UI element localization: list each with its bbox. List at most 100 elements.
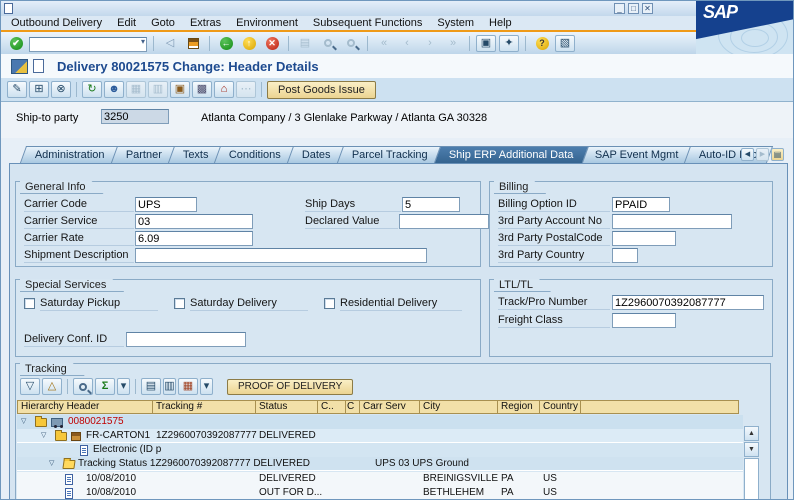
enter-button[interactable]: ✔ xyxy=(6,35,26,52)
col-c1[interactable]: C.. xyxy=(318,400,346,414)
delivery-document-icon[interactable] xyxy=(11,59,28,74)
tab-administration[interactable]: Administration xyxy=(20,146,120,163)
sum-icon[interactable]: Σ xyxy=(95,378,115,395)
other-delivery-icon[interactable]: ⊞ xyxy=(29,81,49,98)
find-next-button[interactable] xyxy=(341,35,361,52)
tree-row-event-delivered[interactable]: 10/08/2010 DELIVERED BREINIGSVILLE PA US xyxy=(17,472,743,486)
proof-of-delivery-button[interactable]: PROOF OF DELIVERY xyxy=(227,379,353,395)
maximize-button[interactable]: □ xyxy=(628,3,639,14)
find-entries-icon[interactable] xyxy=(73,378,93,395)
tab-scroll-left-icon[interactable]: ◀ xyxy=(741,148,754,161)
expand-icon[interactable]: ▽ xyxy=(49,460,54,468)
col-tracking-number[interactable]: Tracking # xyxy=(153,400,256,414)
sum-menu-icon[interactable]: ▾ xyxy=(117,378,130,395)
delivery-conf-input[interactable] xyxy=(126,332,246,347)
menu-system[interactable]: System xyxy=(437,17,474,29)
col-hierarchy-header[interactable]: Hierarchy Header xyxy=(17,400,153,414)
tree-row-event-out-for-delivery[interactable]: 10/08/2010 OUT FOR D... BETHLEHEM PA US xyxy=(17,486,743,500)
tab-partner[interactable]: Partner xyxy=(111,146,177,163)
delete-icon[interactable]: ⊗ xyxy=(51,81,71,98)
tree-row-carton[interactable]: ▽ FR-CARTON1 1Z2960070392087777 DELIVERE… xyxy=(17,429,743,443)
customize-layout-icon[interactable]: ▧ xyxy=(555,35,575,52)
sort-ascending-icon[interactable]: △ xyxy=(42,378,62,395)
minimize-button[interactable]: _ xyxy=(614,3,625,14)
layout-icon[interactable]: ▦ xyxy=(178,378,198,395)
command-field[interactable] xyxy=(29,37,147,52)
shipment-description-input[interactable] xyxy=(135,248,427,263)
tab-scroll-right-icon[interactable]: ▶ xyxy=(756,148,769,161)
page-up-icon[interactable]: ‹ xyxy=(397,35,417,52)
expand-icon[interactable]: ▽ xyxy=(21,418,26,426)
help-button[interactable]: ? xyxy=(532,35,552,52)
col-c2[interactable]: C xyxy=(346,400,360,414)
tree-row-tracking-status[interactable]: ▽ Tracking Status 1Z2960070392087777 DEL… xyxy=(17,457,743,471)
freight-class-input[interactable] xyxy=(612,313,676,328)
new-session-icon[interactable]: ▣ xyxy=(476,35,496,52)
menu-subsequent-functions[interactable]: Subsequent Functions xyxy=(313,17,422,29)
partner-icon[interactable]: ☻ xyxy=(104,81,124,98)
system-menu-icon[interactable] xyxy=(4,3,13,14)
billing-option-id-input[interactable] xyxy=(612,197,670,212)
print-list-icon[interactable]: ▤ xyxy=(141,378,161,395)
ship-days-input[interactable] xyxy=(402,197,460,212)
menu-environment[interactable]: Environment xyxy=(236,17,298,29)
print-button[interactable]: ▤ xyxy=(295,35,315,52)
col-region[interactable]: Region xyxy=(498,400,540,414)
tab-sap-event-mgmt[interactable]: SAP Event Mgmt xyxy=(579,146,693,163)
third-party-account-input[interactable] xyxy=(612,214,732,229)
last-page-icon[interactable]: » xyxy=(443,35,463,52)
display-change-icon[interactable]: ✎ xyxy=(7,81,27,98)
col-city[interactable]: City xyxy=(420,400,498,414)
scale-icon[interactable]: ▥ xyxy=(148,81,168,98)
post-goods-issue-button[interactable]: Post Goods Issue xyxy=(267,81,376,99)
loading-icon[interactable]: ▩ xyxy=(192,81,212,98)
residential-delivery-checkbox[interactable] xyxy=(324,298,335,309)
expand-icon[interactable]: ▽ xyxy=(41,432,46,440)
track-pro-input[interactable] xyxy=(612,295,764,310)
menu-extras[interactable]: Extras xyxy=(190,17,221,29)
carrier-service-input[interactable] xyxy=(135,214,253,229)
export-icon[interactable]: ▥ xyxy=(163,378,176,395)
packing-icon[interactable]: ▣ xyxy=(170,81,190,98)
page-down-icon[interactable]: › xyxy=(420,35,440,52)
third-party-country-input[interactable] xyxy=(612,248,638,263)
third-party-postalcode-input[interactable] xyxy=(612,231,676,246)
declared-value-input[interactable] xyxy=(399,214,489,229)
col-status[interactable]: Status xyxy=(256,400,318,414)
tab-list-icon[interactable]: ▤ xyxy=(771,148,784,161)
ship-to-input[interactable] xyxy=(101,109,169,124)
scroll-up-icon[interactable]: ▲ xyxy=(744,426,759,441)
menu-goto[interactable]: Goto xyxy=(151,17,175,29)
more-functions-icon[interactable]: ⋯ xyxy=(236,81,256,98)
col-empty[interactable] xyxy=(581,400,739,414)
tree-row-electronic[interactable]: Electronic (ID p xyxy=(17,443,743,457)
cancel-button[interactable]: ✕ xyxy=(262,35,282,52)
tree-row-delivery[interactable]: ▽ 0080021575 xyxy=(17,415,743,429)
create-shortcut-icon[interactable]: ✦ xyxy=(499,35,519,52)
output-icon[interactable]: ▦ xyxy=(126,81,146,98)
previous-item-icon[interactable]: ◁ xyxy=(160,35,180,52)
col-carr-serv[interactable]: Carr Serv xyxy=(360,400,420,414)
sort-descending-icon[interactable]: ▽ xyxy=(20,378,40,395)
find-button[interactable] xyxy=(318,35,338,52)
layout-menu-icon[interactable]: ▾ xyxy=(200,378,213,395)
exit-button[interactable]: ↑ xyxy=(239,35,259,52)
incompletion-icon[interactable]: ⌂ xyxy=(214,81,234,98)
col-country[interactable]: Country xyxy=(540,400,581,414)
save-button[interactable] xyxy=(183,35,203,52)
close-button[interactable]: ✕ xyxy=(642,3,653,14)
saturday-delivery-checkbox[interactable] xyxy=(174,298,185,309)
tab-conditions[interactable]: Conditions xyxy=(214,146,296,163)
menu-edit[interactable]: Edit xyxy=(117,17,136,29)
saturday-pickup-checkbox[interactable] xyxy=(24,298,35,309)
carrier-rate-input[interactable] xyxy=(135,231,253,246)
back-button[interactable]: ← xyxy=(216,35,236,52)
first-page-icon[interactable]: « xyxy=(374,35,394,52)
carrier-code-input[interactable] xyxy=(135,197,197,212)
refresh-icon[interactable]: ↻ xyxy=(82,81,102,98)
command-list-icon[interactable]: ▾ xyxy=(141,37,145,46)
scrollbar-track[interactable] xyxy=(744,458,759,500)
tab-ship-erp-additional-data[interactable]: Ship ERP Additional Data xyxy=(434,146,589,163)
menu-outbound-delivery[interactable]: Outbound Delivery xyxy=(11,17,102,29)
page-icon[interactable] xyxy=(33,59,44,73)
